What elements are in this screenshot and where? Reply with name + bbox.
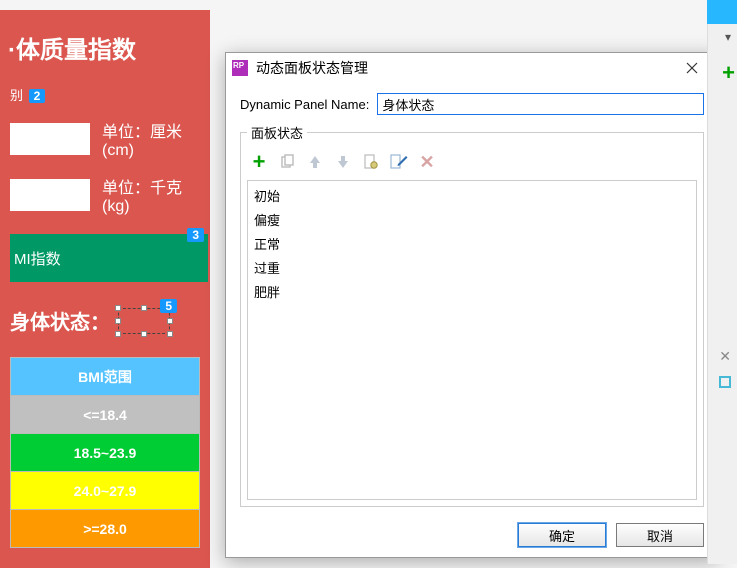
compute-bmi-label: MI指数 [14,248,61,269]
chevron-down-icon[interactable]: ▾ [725,30,731,44]
bmi-widget-panel: ·体质量指数 别 2 单位：厘米(cm) 单位：千克(kg) MI指数 3 身体… [0,10,210,568]
delete-state-button[interactable]: ✕ [417,152,437,172]
dialog-title: 动态面板状态管理 [256,58,672,78]
footnote-2: 2 [29,89,46,103]
bmi-r1: <=18.4 [11,396,200,434]
states-legend: 面板状态 [247,123,307,142]
list-item[interactable]: 肥胖 [254,281,690,305]
height-input[interactable] [10,123,90,155]
unit-label-kg: 单位：千克(kg) [102,174,200,216]
close-icon[interactable]: ✕ [719,348,731,365]
dialog-titlebar[interactable]: 动态面板状态管理 [226,53,718,83]
list-item[interactable]: 偏瘦 [254,209,690,233]
add-state-button[interactable]: + [249,152,269,172]
list-item[interactable]: 初始 [254,185,690,209]
footnote-3: 3 [187,228,204,242]
ok-button[interactable]: 确定 [518,523,606,547]
close-icon [686,62,698,74]
unit-label-cm: 单位：厘米(cm) [102,118,200,160]
cancel-button[interactable]: 取消 [616,523,704,547]
state-list[interactable]: 初始 偏瘦 正常 过重 肥胖 [247,180,697,500]
edit-substates-button[interactable] [361,152,381,172]
bmi-r3: 24.0~27.9 [11,472,200,510]
selected-dynamic-panel[interactable]: 5 [118,308,170,334]
palette-tab[interactable] [707,0,737,24]
list-item[interactable]: 过重 [254,257,690,281]
panel-name-label: Dynamic Panel Name: [240,97,369,112]
status-row: 身体状态： 5 [10,306,200,335]
close-button[interactable] [672,56,712,80]
status-label: 身体状态： [10,306,110,335]
gender-label-trunc: 别 [10,88,23,103]
bmi-range-table: BMI范围 <=18.4 18.5~23.9 24.0~27.9 >=28.0 [10,357,200,548]
arrow-down-icon [335,154,351,170]
list-item[interactable]: 正常 [254,233,690,257]
page-pencil-icon [390,154,408,170]
square-icon[interactable] [719,376,731,388]
add-icon[interactable]: + [722,60,735,86]
bmi-head: BMI范围 [11,358,200,396]
states-fieldset: 面板状态 + [240,123,704,507]
duplicate-state-button[interactable] [277,152,297,172]
edit-state-button[interactable] [389,152,409,172]
footnote-5: 5 [160,299,177,313]
dialog-footer: 确定 取消 [226,513,718,557]
panel-name-row: Dynamic Panel Name: [240,93,704,115]
bmi-r2: 18.5~23.9 [11,434,200,472]
bmi-title: ·体质量指数 [10,30,200,65]
gender-row: 别 2 [10,85,200,104]
panel-name-input[interactable] [377,93,704,115]
panel-state-manager-dialog: 动态面板状态管理 Dynamic Panel Name: 面板状态 + [225,52,719,558]
compute-bmi-button[interactable]: MI指数 3 [10,234,208,282]
move-down-button[interactable] [333,152,353,172]
right-palette: ▾ + ✕ [707,0,737,564]
move-up-button[interactable] [305,152,325,172]
page-gear-icon [363,154,379,170]
duplicate-icon [279,154,295,170]
app-icon [232,60,248,76]
arrow-up-icon [307,154,323,170]
bmi-r4: >=28.0 [11,510,200,548]
states-toolbar: + [247,148,697,180]
height-row: 单位：厘米(cm) [10,118,200,160]
weight-row: 单位：千克(kg) [10,174,200,216]
weight-input[interactable] [10,179,90,211]
